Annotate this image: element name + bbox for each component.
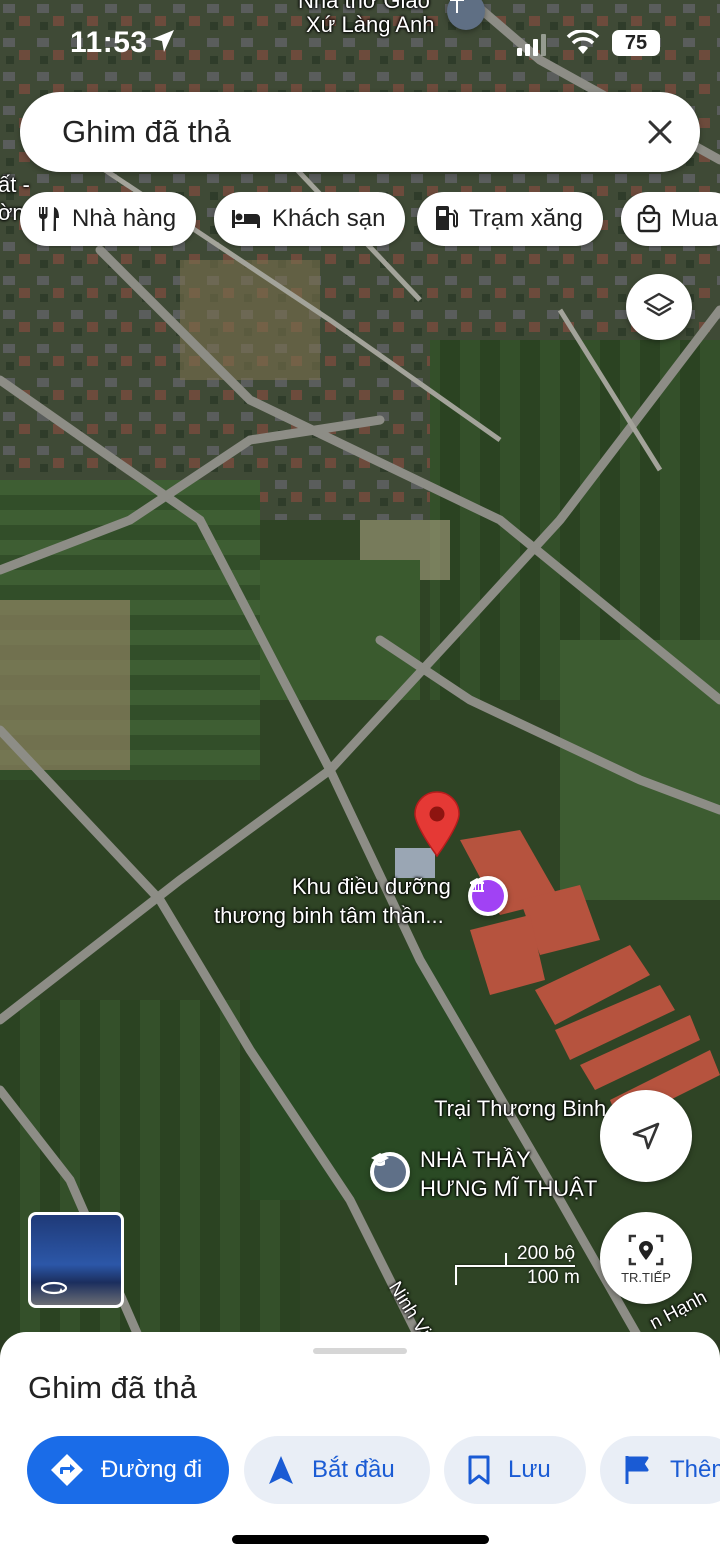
- scale-metric: 100 m: [527, 1267, 580, 1288]
- layers-button[interactable]: [626, 274, 692, 340]
- cellular-signal-icon: [517, 34, 546, 56]
- place-bottom-sheet[interactable]: Ghim đã thả Đường đi Bắt đầu Lưu Thêm: [0, 1332, 720, 1557]
- start-button[interactable]: Bắt đầu: [244, 1436, 430, 1504]
- map-label-camp: Trại Thương Binh: [434, 1096, 607, 1121]
- dropped-pin-icon[interactable]: [412, 790, 462, 858]
- add-label-button[interactable]: Thêm: [600, 1436, 720, 1504]
- save-button[interactable]: Lưu: [444, 1436, 586, 1504]
- place-title: Ghim đã thả: [28, 1370, 197, 1405]
- add-label-text: Thêm: [670, 1456, 720, 1483]
- home-indicator[interactable]: [232, 1535, 489, 1544]
- directions-icon: [51, 1454, 83, 1486]
- chip-restaurants[interactable]: Nhà hàng: [20, 192, 197, 246]
- battery-level: 75: [612, 30, 660, 56]
- street-view-icon: [628, 1234, 664, 1265]
- chip-label: Nhà hàng: [72, 205, 177, 232]
- flag-icon: [625, 1456, 649, 1484]
- landmark-poi-icon[interactable]: [468, 876, 508, 916]
- wifi-icon: [566, 30, 600, 54]
- school-poi-icon[interactable]: [370, 1152, 410, 1192]
- poi-badge: [470, 878, 504, 912]
- chip-label: Trạm xăng: [469, 205, 583, 232]
- school-label-line1[interactable]: NHÀ THẦY: [420, 1147, 531, 1173]
- fork-knife-icon: [38, 207, 59, 231]
- status-bar: 11:53 75: [0, 22, 720, 62]
- navigation-icon: [269, 1456, 293, 1484]
- bookmark-icon: [468, 1455, 490, 1485]
- scale-tick-mid: [505, 1253, 507, 1265]
- save-label: Lưu: [508, 1456, 551, 1483]
- close-icon[interactable]: [644, 116, 676, 148]
- street-view-label: TR.TIẾP: [621, 1269, 671, 1285]
- chip-gas-stations[interactable]: Trạm xăng: [417, 192, 603, 246]
- street-view-thumbnail[interactable]: [28, 1212, 124, 1308]
- search-bar[interactable]: Ghim đã thả: [20, 92, 700, 172]
- directions-label: Đường đi: [101, 1456, 203, 1483]
- school-label-line2[interactable]: HƯNG MĨ THUẬT: [420, 1176, 597, 1202]
- chip-hotels[interactable]: Khách sạn: [214, 192, 406, 246]
- chip-label: Khách sạn: [272, 205, 386, 232]
- directions-button[interactable]: Đường đi: [27, 1436, 229, 1504]
- chip-shopping[interactable]: Mua: [621, 192, 720, 246]
- poi-label-line2[interactable]: thương binh tâm thần...: [214, 903, 444, 929]
- shopping-bag-icon: [637, 205, 661, 233]
- street-view-button[interactable]: TR.TIẾP: [600, 1212, 692, 1304]
- rotate-360-icon: [40, 1281, 68, 1295]
- location-arrow-icon: [152, 30, 174, 52]
- navigation-arrow-icon: [632, 1122, 660, 1150]
- poi-label-line1[interactable]: Khu điều dưỡng: [292, 874, 451, 900]
- start-label: Bắt đầu: [312, 1456, 395, 1483]
- chip-label: Mua: [671, 205, 718, 232]
- my-location-button[interactable]: [600, 1090, 692, 1182]
- sheet-drag-handle[interactable]: [313, 1348, 407, 1354]
- map-scale: 200 bộ 100 m: [455, 1243, 585, 1288]
- status-time: 11:53: [70, 26, 148, 59]
- school-badge: [371, 1153, 406, 1188]
- fuel-pump-icon: [436, 206, 458, 230]
- scale-imperial: 200 bộ: [517, 1243, 576, 1264]
- category-chips: Nhà hàng Khách sạn Trạm xăng Mua: [20, 192, 720, 248]
- bed-icon: [232, 210, 260, 228]
- scale-tick-left: [455, 1265, 457, 1285]
- layers-icon: [643, 292, 675, 317]
- search-query[interactable]: Ghim đã thả: [62, 114, 231, 150]
